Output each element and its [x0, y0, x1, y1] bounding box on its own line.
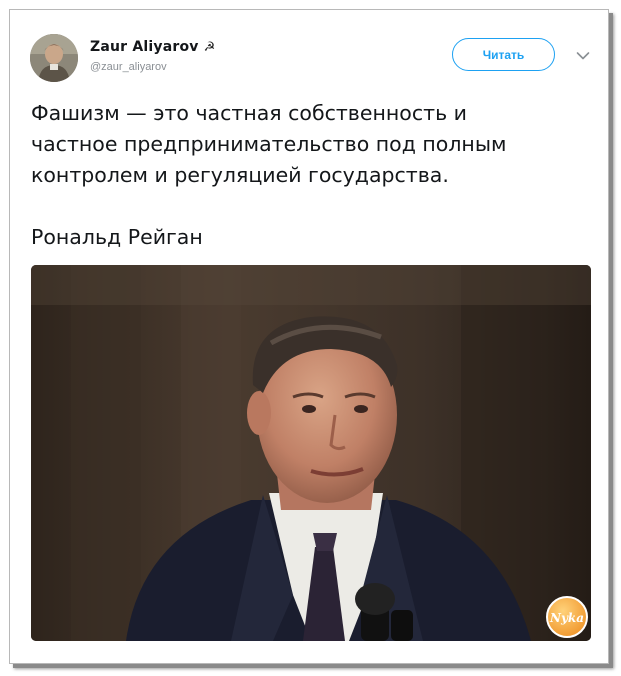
avatar[interactable] — [30, 34, 78, 82]
svg-text:Nyka: Nyka — [549, 611, 584, 625]
tweet-text: Фашизм — это частная собственность и час… — [31, 101, 507, 249]
chevron-down-icon[interactable] — [576, 48, 590, 60]
avatar-image — [30, 34, 78, 82]
author-name-row[interactable]: Zaur Aliyarov ☭ — [90, 39, 215, 55]
tweet-photo[interactable]: Nyka — [31, 265, 591, 641]
hammer-sickle-icon: ☭ — [203, 40, 216, 55]
photo-image: Nyka — [31, 265, 591, 641]
tweet-card: Zaur Aliyarov ☭ @zaur_aliyarov Читать Фаш… — [9, 9, 609, 664]
follow-button[interactable]: Читать — [452, 38, 555, 71]
author-name[interactable]: Zaur Aliyarov — [90, 39, 199, 55]
author-handle[interactable]: @zaur_aliyarov — [90, 61, 167, 73]
watermark-logo: Nyka — [546, 596, 588, 638]
